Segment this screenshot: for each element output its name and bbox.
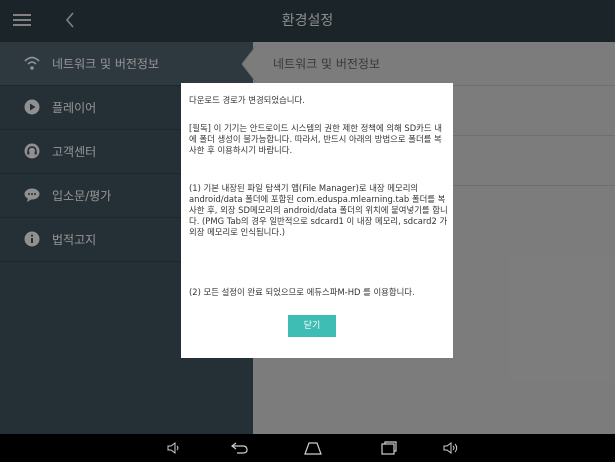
back-icon[interactable] [230, 440, 250, 456]
volume-up-icon[interactable] [442, 440, 460, 456]
dialog-message-notice: [필독] 이 기기는 안드로이드 시스템의 권한 제한 정책에 의해 SD카드 … [189, 123, 442, 155]
close-button[interactable]: 닫기 [288, 315, 336, 337]
system-navigation-bar [0, 434, 615, 462]
home-icon[interactable] [303, 440, 323, 456]
recent-apps-icon[interactable] [380, 440, 398, 456]
dialog-message-path-changed: 다운로드 경로가 변경되었습니다. [189, 95, 305, 105]
volume-down-icon[interactable] [166, 440, 182, 456]
dialog-message-step1: (1) 기본 내장된 파일 탐색기 앱(File Manager)로 내장 메모… [189, 183, 448, 237]
notice-dialog: 다운로드 경로가 변경되었습니다. [필독] 이 기기는 안드로이드 시스템의 … [181, 83, 453, 358]
dialog-message-step2: (2) 모든 설정이 완료 되었으므로 에듀스파M-HD 를 이용합니다. [189, 287, 415, 297]
